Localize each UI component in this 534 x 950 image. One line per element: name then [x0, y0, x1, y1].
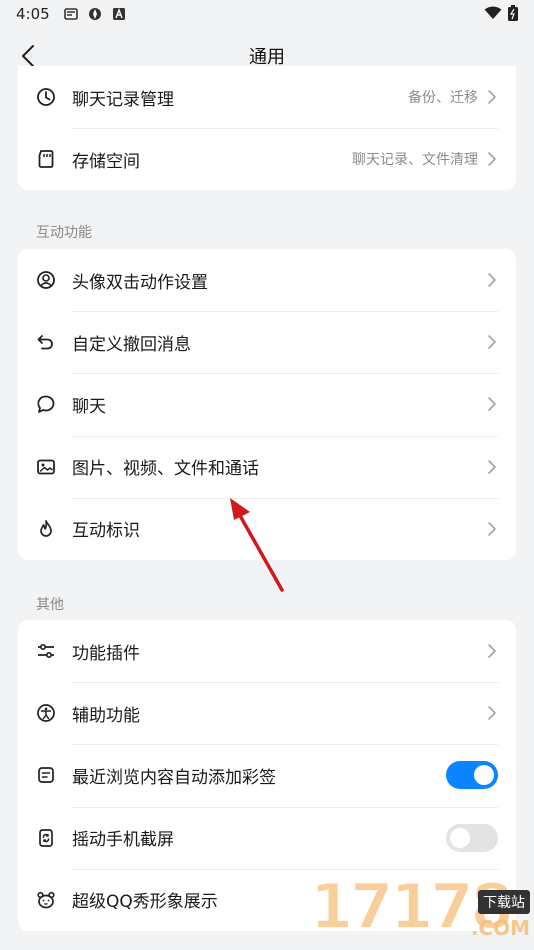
- custom-recall-row[interactable]: 自定义撤回消息: [18, 311, 516, 373]
- wifi-icon: [484, 6, 502, 19]
- auto-color-note-row: 最近浏览内容自动添加彩签: [18, 744, 516, 806]
- chat-history-row[interactable]: 聊天记录管理 备份、迁移: [18, 66, 516, 128]
- accessibility-row[interactable]: 辅助功能: [18, 682, 516, 744]
- sliders-icon: [36, 641, 56, 661]
- toggle-knob: [450, 827, 470, 848]
- chevron-left-icon: [22, 45, 34, 67]
- chevron-right-icon: [486, 521, 498, 537]
- chevron-right-icon: [486, 89, 498, 105]
- row-label: 功能插件: [72, 643, 140, 664]
- chevron-right-icon: [486, 272, 498, 288]
- row-label: 聊天记录管理: [72, 89, 174, 110]
- row-label: 辅助功能: [72, 705, 140, 726]
- image-icon: [36, 457, 56, 477]
- row-label: 存储空间: [72, 151, 140, 172]
- plugins-row[interactable]: 功能插件: [18, 620, 516, 682]
- flame-icon: [36, 519, 56, 539]
- media-files-calls-row[interactable]: 图片、视频、文件和通话: [18, 435, 516, 498]
- avatar-icon: [36, 270, 56, 290]
- row-label: 图片、视频、文件和通话: [72, 459, 259, 480]
- chevron-right-icon: [486, 643, 498, 659]
- shake-screenshot-row: 摇动手机截屏: [18, 806, 516, 869]
- status-time: 4:05: [16, 5, 50, 23]
- storage-icon: [36, 149, 56, 169]
- storage-row[interactable]: 存储空间 聊天记录、文件清理: [18, 128, 516, 190]
- other-card: 功能插件 辅助功能 最近浏览内容自动添加彩签 摇动手机截屏 超级QQ秀形象展示: [18, 620, 516, 931]
- row-label: 聊天: [72, 396, 106, 417]
- row-value: 聊天记录、文件清理: [352, 152, 478, 169]
- row-label: 互动标识: [72, 521, 140, 542]
- chevron-right-icon: [486, 396, 498, 412]
- a-badge-icon: [112, 8, 125, 20]
- shake-screenshot-toggle[interactable]: [446, 823, 498, 852]
- avatar-double-tap-row[interactable]: 头像双击动作设置: [18, 249, 516, 311]
- storage-card: 聊天记录管理 备份、迁移 存储空间 聊天记录、文件清理: [18, 66, 516, 190]
- auto-color-note-toggle[interactable]: [446, 761, 498, 790]
- row-label: 摇动手机截屏: [72, 830, 174, 851]
- section-title-interactive: 互动功能: [36, 225, 92, 241]
- interactive-card: 头像双击动作设置 自定义撤回消息 聊天 图片、视频、文件和通话 互动标识: [18, 249, 516, 560]
- interaction-badge-row[interactable]: 互动标识: [18, 497, 516, 560]
- super-qq-show-row[interactable]: 超级QQ秀形象展示: [18, 868, 516, 931]
- mail-icon: [63, 8, 78, 20]
- chat-row[interactable]: 聊天: [18, 373, 516, 435]
- shake-screenshot-icon: [36, 828, 56, 848]
- chevron-right-icon: [486, 151, 498, 167]
- note-icon: [36, 765, 56, 785]
- chevron-right-icon: [486, 334, 498, 350]
- clock-icon: [36, 87, 56, 107]
- undo-icon: [36, 332, 56, 352]
- chevron-right-icon: [486, 705, 498, 721]
- chevron-right-icon: [486, 892, 498, 908]
- status-bar: 4:05: [0, 0, 534, 28]
- bear-icon: [36, 890, 56, 910]
- accessibility-icon: [36, 703, 56, 723]
- chat-bubble-icon: [36, 394, 56, 414]
- row-label: 头像双击动作设置: [72, 272, 208, 293]
- row-label: 最近浏览内容自动添加彩签: [72, 767, 276, 788]
- battery-icon: [508, 5, 518, 21]
- section-title-other: 其他: [36, 597, 64, 613]
- chevron-right-icon: [486, 459, 498, 475]
- row-label: 超级QQ秀形象展示: [72, 892, 218, 913]
- toggle-knob: [474, 765, 494, 786]
- app-badge-icon: [88, 8, 101, 20]
- row-value: 备份、迁移: [408, 90, 478, 107]
- row-label: 自定义撤回消息: [72, 334, 191, 355]
